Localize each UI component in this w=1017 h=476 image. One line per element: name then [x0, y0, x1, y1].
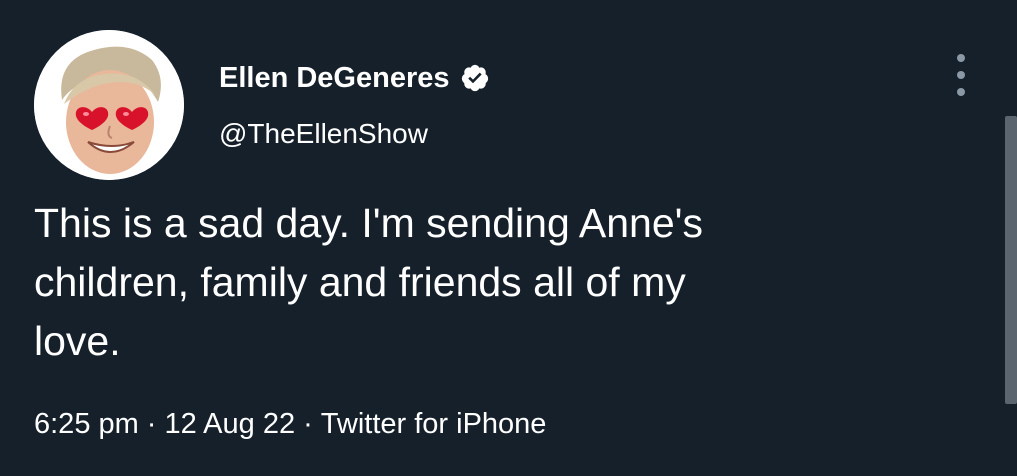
- author-display-name[interactable]: Ellen DeGeneres: [219, 58, 450, 98]
- author-handle[interactable]: @TheEllenShow: [219, 114, 428, 154]
- tweet-date[interactable]: 12 Aug 22: [164, 408, 295, 440]
- avatar[interactable]: [34, 30, 184, 180]
- more-dot: [957, 54, 965, 62]
- scrollbar[interactable]: [1005, 116, 1017, 404]
- more-dot: [957, 88, 965, 96]
- tweet-source[interactable]: Twitter for iPhone: [321, 408, 547, 440]
- separator: ·: [146, 408, 157, 440]
- tweet-text: This is a sad day. I'm sending Anne's ch…: [34, 200, 703, 364]
- tweet-metadata: 6:25 pm · 12 Aug 22 · Twitter for iPhone: [34, 404, 546, 444]
- more-dot: [957, 71, 965, 79]
- separator: ·: [303, 408, 313, 440]
- tweet-time[interactable]: 6:25 pm: [34, 408, 139, 440]
- verified-badge-icon: [460, 63, 490, 93]
- more-options-icon[interactable]: [946, 54, 976, 96]
- author-name-row[interactable]: Ellen DeGeneres: [219, 58, 490, 98]
- avatar-image: [34, 30, 184, 180]
